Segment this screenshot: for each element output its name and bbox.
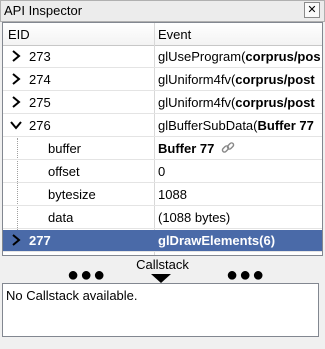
param-row-data[interactable]: data (1088 bytes) <box>3 207 322 229</box>
param-name: offset <box>48 164 80 179</box>
chevron-right-icon[interactable] <box>10 72 22 86</box>
bottom-edge <box>0 340 325 349</box>
event-name: glBufferSubData( <box>158 118 258 133</box>
param-row-bytesize[interactable]: bytesize 1088 <box>3 184 322 206</box>
event-row-277-selected[interactable]: 277 glDrawElements(6) <box>3 230 322 252</box>
chevron-right-icon[interactable] <box>10 49 22 63</box>
event-arg: corprus/post <box>235 72 315 87</box>
callstack-empty-text: No Callstack available. <box>6 288 138 303</box>
eid-cell: 277 <box>29 233 51 248</box>
callstack-splitter[interactable]: ●●● Callstack ●●● <box>0 256 325 286</box>
event-name: glUniform4fv( <box>158 72 236 87</box>
param-name: data <box>48 210 74 225</box>
column-header-eid[interactable]: EID <box>8 27 30 42</box>
chain-link-icon[interactable] <box>221 141 235 155</box>
callstack-label: Callstack <box>136 257 189 272</box>
chevron-down-icon[interactable] <box>10 118 22 132</box>
param-value: Buffer 77 <box>158 141 320 156</box>
chevron-right-icon[interactable] <box>10 95 22 109</box>
event-row-274[interactable]: 274 glUniform4fv(corprus/post <box>3 69 322 91</box>
panel-titlebar: API Inspector ✕ <box>0 0 325 22</box>
event-cell: glUniform4fv(corprus/post <box>158 95 320 110</box>
event-row-275[interactable]: 275 glUniform4fv(corprus/post <box>3 92 322 114</box>
callstack-panel: No Callstack available. <box>2 283 319 337</box>
event-cell: glUseProgram(corprus/pos <box>158 49 320 64</box>
column-header-event[interactable]: Event <box>158 27 191 42</box>
close-icon[interactable]: ✕ <box>304 2 320 18</box>
event-arg: Buffer 77 <box>257 118 314 133</box>
param-value: (1088 bytes) <box>158 210 231 225</box>
chevron-right-icon[interactable] <box>10 233 22 247</box>
param-value: 0 <box>158 164 166 179</box>
collapse-arrow-icon[interactable] <box>151 274 171 283</box>
event-tree[interactable]: EID Event 273 glUseProgram(corprus/pos 2… <box>2 22 323 256</box>
event-name: glUseProgram( <box>158 49 246 64</box>
eid-cell: 275 <box>29 95 51 110</box>
param-row-offset[interactable]: offset 0 <box>3 161 322 183</box>
eid-cell: 273 <box>29 49 51 64</box>
param-value-text: Buffer 77 <box>158 141 215 156</box>
param-name: bytesize <box>48 187 96 202</box>
event-cell: glUniform4fv(corprus/post <box>158 72 320 87</box>
event-arg: corprus/pos <box>245 49 320 64</box>
event-arg: corprus/post <box>235 95 315 110</box>
eid-cell: 274 <box>29 72 51 87</box>
param-value: 1088 <box>158 187 187 202</box>
event-row-273[interactable]: 273 glUseProgram(corprus/pos <box>3 46 322 68</box>
event-name: glUniform4fv( <box>158 95 236 110</box>
param-name: buffer <box>48 141 82 156</box>
param-row-buffer[interactable]: buffer Buffer 77 <box>3 138 322 160</box>
event-cell: glBufferSubData(Buffer 77 <box>158 118 320 133</box>
event-row-276[interactable]: 276 glBufferSubData(Buffer 77 <box>3 115 322 137</box>
eid-cell: 276 <box>29 118 51 133</box>
event-cell: glDrawElements(6) <box>158 233 276 248</box>
tree-header: EID Event <box>3 23 322 46</box>
panel-title: API Inspector <box>4 3 83 18</box>
